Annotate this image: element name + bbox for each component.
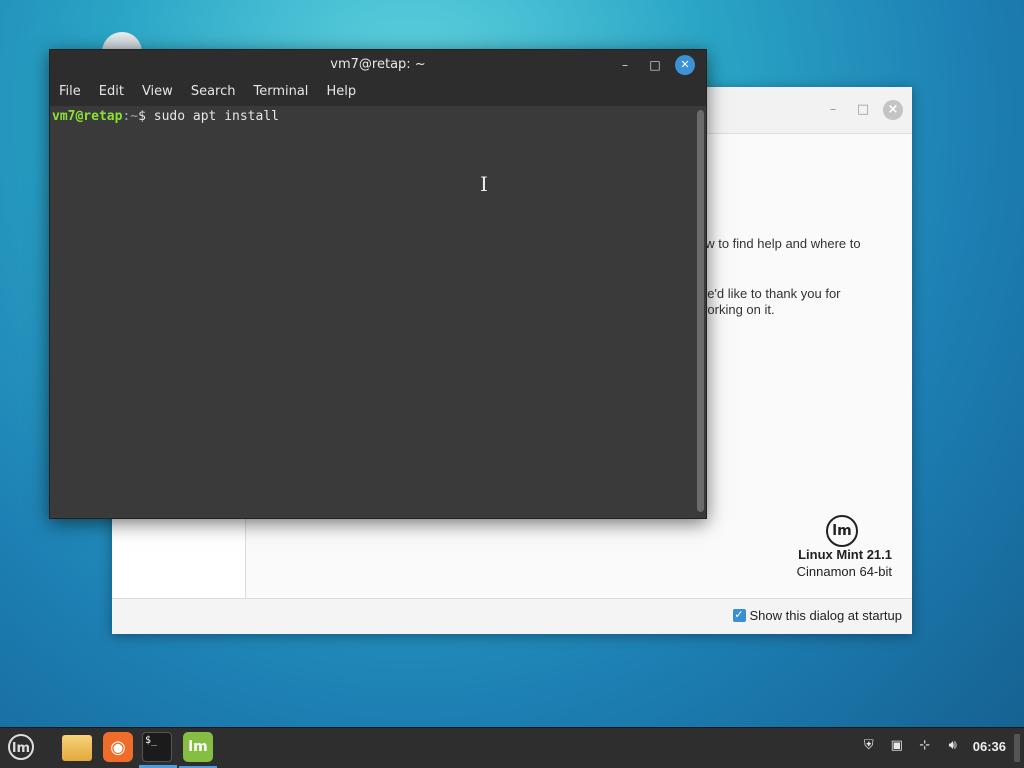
linux-mint-logo-icon: lm (8, 734, 34, 760)
network-icon[interactable]: ⊹ (917, 738, 933, 754)
menu-file[interactable]: File (59, 80, 90, 106)
terminal-launcher-icon[interactable]: $_ (142, 732, 172, 762)
menu-help[interactable]: Help (317, 80, 365, 106)
menu-edit[interactable]: Edit (90, 80, 133, 106)
show-at-startup-label[interactable]: Show this dialog at startup (750, 608, 902, 623)
welcome-text-line: t, we'd like to thank you for (687, 286, 841, 301)
maximize-icon[interactable]: □ (645, 55, 665, 75)
update-manager-icon[interactable]: ▣ (889, 738, 905, 754)
volume-icon[interactable]: 🔊︎ (945, 738, 961, 754)
command-input[interactable]: sudo apt install (146, 109, 279, 124)
window-title: vm7@retap: ~ (330, 57, 426, 72)
terminal-window: vm7@retap: ~ – □ ✕ File Edit View Search… (49, 49, 707, 519)
terminal-scrollbar[interactable] (697, 110, 704, 512)
welcome-footer: ✓ Show this dialog at startup (112, 598, 912, 634)
prompt-path: :~ (122, 109, 139, 124)
menu-view[interactable]: View (133, 80, 182, 106)
prompt-user: vm7@retap (52, 109, 123, 124)
text-cursor-icon: I (480, 172, 488, 196)
taskbar: lm ◉ $_ lm ⛨ ▣ ⊹ 🔊︎ 06:36 (0, 727, 1024, 768)
terminal-menubar: File Edit View Search Terminal Help (50, 80, 706, 106)
minimize-icon[interactable]: – (823, 100, 843, 120)
mint-menu-button[interactable]: lm (6, 732, 36, 762)
files-folder-icon[interactable] (62, 735, 92, 761)
terminal-titlebar[interactable]: vm7@retap: ~ – □ ✕ (50, 50, 706, 80)
menu-search[interactable]: Search (182, 80, 245, 106)
version-name: Linux Mint 21.1 (798, 547, 892, 562)
terminal-output[interactable]: vm7@retap:~$ sudo apt install (50, 106, 694, 518)
clock[interactable]: 06:36 (973, 739, 1006, 754)
firefox-icon[interactable]: ◉ (103, 732, 133, 762)
version-info: Linux Mint 21.1 Cinnamon 64-bit (797, 547, 892, 579)
prompt-symbol: $ (138, 109, 146, 124)
shield-icon[interactable]: ⛨ (861, 738, 877, 754)
show-at-startup-checkbox[interactable]: ✓ Show this dialog at startup (732, 608, 902, 623)
mint-update-icon[interactable]: lm (183, 732, 213, 762)
close-icon[interactable]: × (883, 100, 903, 120)
system-tray: ⛨ ▣ ⊹ 🔊︎ 06:36 (861, 738, 1006, 754)
scrollbar-thumb[interactable] (697, 110, 704, 512)
edition-name: Cinnamon 64-bit (796, 564, 892, 579)
welcome-text-line: ow to find help and where to (698, 236, 861, 251)
close-icon[interactable]: ✕ (675, 55, 695, 75)
maximize-icon[interactable]: □ (853, 100, 873, 120)
welcome-text-line: working on it. (698, 302, 775, 317)
linux-mint-logo-icon: lm (826, 515, 858, 547)
checkbox-checked-icon[interactable]: ✓ (732, 609, 746, 622)
show-desktop-button[interactable] (1014, 734, 1020, 762)
menu-terminal[interactable]: Terminal (244, 80, 317, 106)
minimize-icon[interactable]: – (615, 55, 635, 75)
